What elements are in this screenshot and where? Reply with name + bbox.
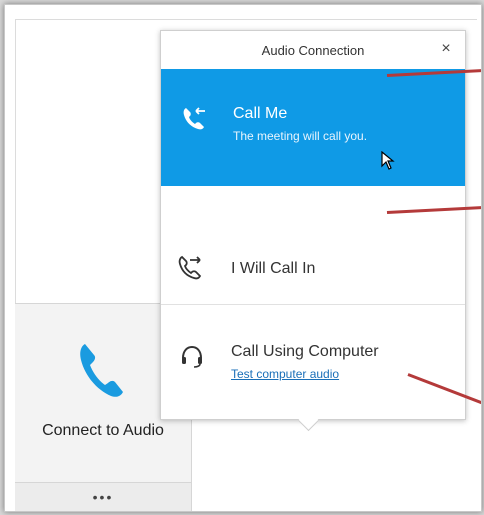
call-me-subtitle: The meeting will call you. (233, 129, 368, 143)
option-call-in[interactable]: I Will Call In (161, 186, 465, 305)
popup-title: Audio Connection (261, 43, 365, 58)
call-me-title: Call Me (233, 105, 288, 122)
test-computer-audio-link[interactable]: Test computer audio (231, 367, 339, 381)
divider (15, 19, 477, 20)
app-window: Connect to Audio ••• Audio Connection × … (4, 4, 482, 512)
more-options-button[interactable]: ••• (15, 482, 191, 511)
tile-label: Connect to Audio (42, 422, 164, 439)
call-in-title: I Will Call In (231, 260, 316, 277)
mouse-cursor-icon (381, 150, 397, 171)
option-call-me[interactable]: Call Me The meeting will call you. (161, 69, 465, 186)
divider (15, 19, 16, 319)
option-call-using-computer[interactable]: Call Using Computer Test computer audio (161, 305, 465, 419)
phone-outgoing-icon (177, 254, 203, 280)
phone-icon (75, 340, 125, 400)
phone-incoming-icon (181, 105, 207, 131)
headset-icon (179, 343, 205, 369)
popup-header: Audio Connection × (161, 31, 465, 69)
call-using-computer-title: Call Using Computer (231, 343, 379, 360)
close-button[interactable]: × (437, 40, 455, 58)
audio-connection-popup: Audio Connection × Call Me The meeting w… (160, 30, 466, 432)
